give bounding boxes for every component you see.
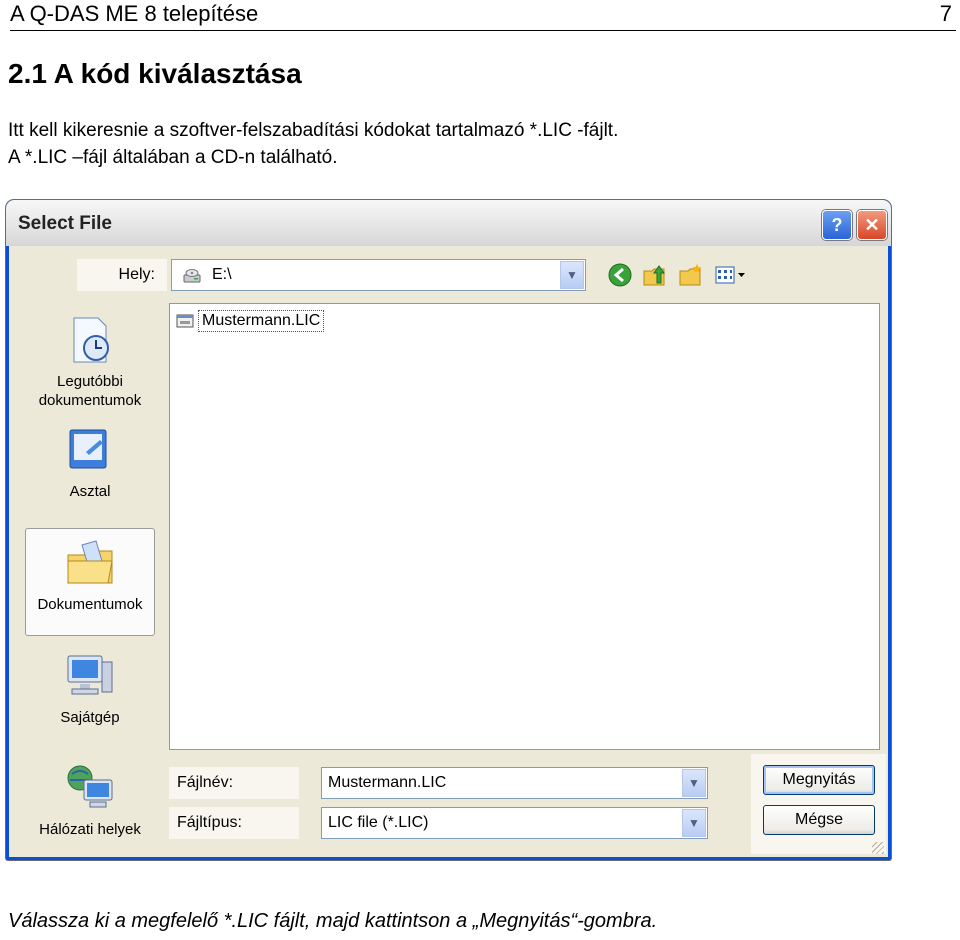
- filetype-combobox[interactable]: LIC file (*.LIC) ▼: [321, 807, 708, 839]
- dialog-titlebar[interactable]: Select File ? ✕: [6, 200, 891, 246]
- file-item[interactable]: Mustermann.LIC: [176, 310, 325, 332]
- action-buttons: Megnyitás Mégse: [751, 754, 886, 854]
- back-icon[interactable]: [606, 261, 634, 289]
- place-label: Hálózati helyek: [39, 821, 141, 838]
- cancel-button[interactable]: Mégse: [763, 805, 875, 835]
- filename-value: Mustermann.LIC: [328, 774, 447, 791]
- my-computer-icon: [67, 655, 113, 695]
- file-list[interactable]: Mustermann.LIC: [169, 303, 880, 750]
- filetype-label: Fájltípus:: [169, 807, 299, 839]
- body-text-line-1: Itt kell kikeresnie a szoftver-felszabad…: [8, 120, 619, 141]
- chevron-down-icon[interactable]: ▼: [682, 769, 706, 797]
- figure-caption: Válassza ki a megfelelő *.LIC fájlt, maj…: [8, 910, 658, 932]
- document-header: A Q-DAS ME 8 telepítése 7: [10, 0, 956, 31]
- filetype-value: LIC file (*.LIC): [328, 814, 429, 831]
- new-folder-icon[interactable]: [677, 261, 705, 289]
- chevron-down-icon[interactable]: ▼: [560, 261, 584, 289]
- dialog-body: Hely: E:\ ▼ Legutóbbi dokumentumok Aszta…: [9, 246, 888, 857]
- cd-drive-icon: [183, 269, 201, 283]
- look-in-value: E:\: [212, 266, 232, 283]
- page-number: 7: [939, 1, 952, 26]
- place-desktop[interactable]: Asztal: [25, 416, 155, 524]
- chevron-down-icon[interactable]: ▼: [682, 809, 706, 837]
- place-label: Dokumentumok: [37, 596, 143, 613]
- view-menu-icon[interactable]: [713, 261, 753, 289]
- body-text-line-2: A *.LIC –fájl általában a CD-n található…: [8, 147, 338, 168]
- desktop-icon: [69, 429, 107, 469]
- my-documents-icon: [67, 540, 113, 584]
- place-label: Legutóbbi dokumentumok: [38, 373, 142, 409]
- up-folder-icon[interactable]: [641, 261, 669, 289]
- place-label: Asztal: [69, 483, 111, 500]
- place-my-documents[interactable]: Dokumentumok: [25, 528, 155, 636]
- look-in-label: Hely:: [77, 259, 167, 291]
- close-button[interactable]: ✕: [857, 210, 887, 240]
- filename-label: Fájlnév:: [169, 767, 299, 799]
- place-label: Sajátgép: [60, 709, 120, 726]
- place-my-computer[interactable]: Sajátgép: [25, 642, 155, 750]
- resize-grip[interactable]: [872, 842, 884, 854]
- look-in-combobox[interactable]: E:\ ▼: [171, 259, 586, 291]
- help-button[interactable]: ?: [822, 210, 852, 240]
- filename-combobox[interactable]: Mustermann.LIC ▼: [321, 767, 708, 799]
- section-title: 2.1 A kód kiválasztása: [8, 58, 302, 89]
- recent-documents-icon: [73, 317, 109, 363]
- select-file-dialog: Select File ? ✕ Hely: E:\ ▼ Legutóbbi do…: [6, 200, 891, 860]
- dialog-title: Select File: [18, 213, 112, 234]
- place-recent-documents[interactable]: Legutóbbi dokumentumok: [25, 306, 155, 414]
- file-name: Mustermann.LIC: [198, 310, 325, 332]
- header-title: A Q-DAS ME 8 telepítése: [10, 1, 259, 26]
- close-icon: ✕: [864, 214, 880, 235]
- place-network-places[interactable]: Hálózati helyek: [25, 754, 155, 860]
- help-icon: ?: [831, 214, 843, 235]
- network-places-icon: [67, 765, 113, 808]
- places-bar: Legutóbbi dokumentumok Asztal Dokumentum…: [9, 298, 164, 858]
- open-button[interactable]: Megnyitás: [763, 765, 875, 795]
- license-file-icon: [176, 314, 194, 328]
